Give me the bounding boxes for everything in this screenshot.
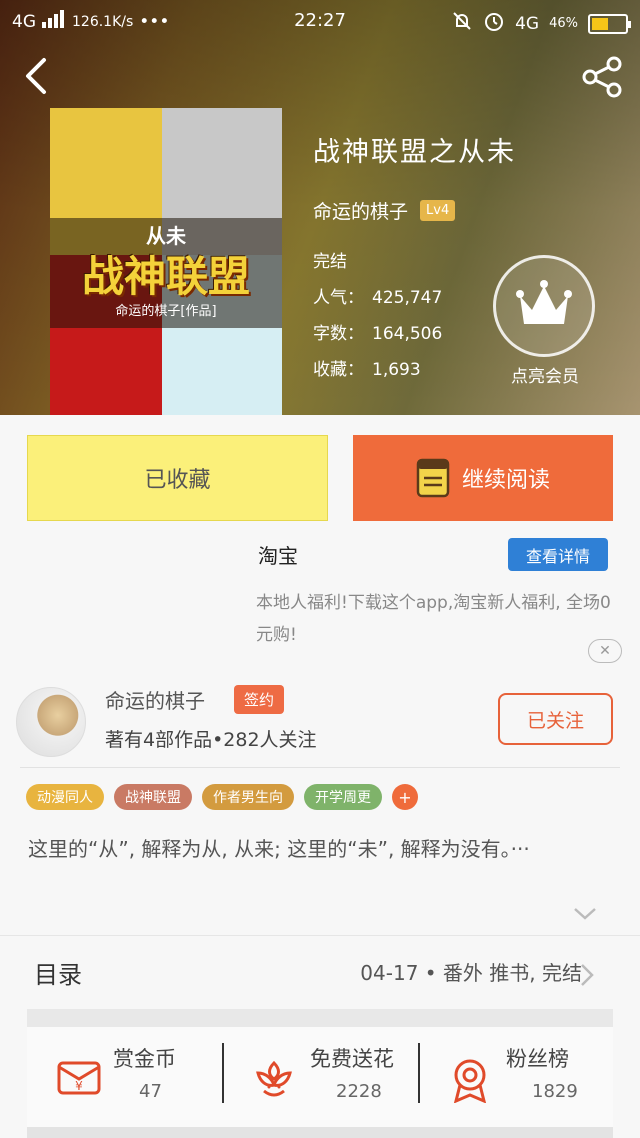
chevron-down-icon	[574, 908, 596, 920]
favorites-value: 1,693	[372, 360, 421, 380]
book-summary[interactable]: 这里的“从”, 解释为从, 从来; 这里的“未”, 解释为没有。···	[28, 833, 608, 866]
section-separator	[27, 1127, 613, 1138]
reward-coins-value: 47	[139, 1081, 162, 1102]
battery-percent: 46%	[549, 16, 578, 31]
chevron-right-icon	[580, 963, 594, 991]
share-icon	[582, 56, 622, 98]
book-info: 战神联盟之从未 命运的棋子 Lv4 完结 人气： 425,747 字数： 164,5…	[313, 130, 633, 388]
ad-detail-button[interactable]: 查看详情	[508, 538, 608, 571]
section-separator	[27, 1009, 613, 1027]
book-icon	[416, 458, 450, 498]
signed-badge: 签约	[234, 685, 285, 714]
tag-item[interactable]: 动漫同人	[26, 784, 104, 810]
book-title: 战神联盟之从未	[313, 137, 516, 168]
alarm-icon	[483, 10, 505, 37]
fan-ranking-label: 粉丝榜	[506, 1047, 569, 1071]
divider	[20, 767, 620, 768]
tag-item[interactable]: 作者男生向	[202, 784, 294, 810]
words-label: 字数：	[313, 324, 364, 344]
follow-button[interactable]: 已关注	[498, 693, 613, 745]
continue-read-label: 继续阅读	[461, 468, 550, 493]
battery-icon	[588, 13, 631, 34]
toc-latest-chapter: 04-17 • 番外 推书, 完结	[360, 961, 582, 985]
add-tag-button[interactable]: +	[392, 784, 418, 810]
words-value: 164,506	[372, 324, 443, 344]
crown-icon	[516, 280, 572, 324]
cover-title: 战神联盟	[81, 252, 250, 301]
book-author[interactable]: 命运的棋子	[313, 197, 408, 224]
favorites-label: 收藏：	[313, 360, 364, 380]
collected-button[interactable]: 已收藏	[27, 435, 328, 521]
send-flower-value: 2228	[336, 1081, 382, 1102]
svg-text:¥: ¥	[75, 1079, 83, 1093]
cover-author: 命运的棋子[作品]	[115, 304, 217, 319]
chevron-left-icon	[26, 58, 46, 94]
level-badge: Lv4	[420, 200, 456, 221]
vip-label: 点亮会员	[511, 367, 579, 387]
share-button[interactable]	[580, 54, 626, 100]
toc-label: 目录	[34, 961, 82, 989]
expand-summary-button[interactable]	[572, 906, 598, 926]
red-envelope-icon: ¥	[55, 1057, 103, 1101]
tag-item[interactable]: 战神联盟	[114, 784, 192, 810]
toc-row[interactable]: 目录 04-17 • 番外 推书, 完结	[0, 939, 640, 1009]
ad-description[interactable]: 本地人福利!下载这个app,淘宝新人福利, 全场0元购!	[256, 587, 616, 651]
book-status: 完结	[313, 252, 347, 272]
reward-coins-button[interactable]: ¥ 赏金币 47	[27, 1027, 222, 1127]
book-cover[interactable]: 从未 战神联盟 命运的棋子[作品]	[50, 108, 282, 415]
reward-bar: ¥ 赏金币 47 免费送花 2228 粉丝榜 1829	[27, 1027, 613, 1127]
tag-list: 动漫同人 战神联盟 作者男生向 开学周更 +	[26, 784, 418, 810]
fan-ranking-button[interactable]: 粉丝榜 1829	[420, 1027, 615, 1127]
continue-read-button[interactable]: 继续阅读	[353, 435, 613, 521]
author-card[interactable]: 命运的棋子 签约 著有4部作品•282人关注 已关注	[0, 677, 640, 767]
author-stats: 著有4部作品•282人关注	[105, 729, 317, 751]
vip-button[interactable]	[493, 255, 595, 357]
back-button[interactable]	[18, 56, 58, 96]
medal-icon	[448, 1057, 492, 1107]
fan-ranking-value: 1829	[532, 1081, 578, 1102]
send-flower-label: 免费送花	[310, 1047, 394, 1071]
popularity-label: 人气：	[313, 288, 364, 308]
avatar[interactable]	[16, 687, 86, 757]
mute-icon	[451, 10, 473, 37]
collected-label: 已收藏	[144, 468, 211, 493]
author-name[interactable]: 命运的棋子	[105, 685, 205, 714]
network-right-label: 4G	[515, 13, 540, 34]
send-flower-button[interactable]: 免费送花 2228	[224, 1027, 419, 1127]
reward-coins-label: 赏金币	[113, 1047, 176, 1071]
ad-close-button[interactable]: ✕	[588, 639, 622, 663]
ad-title[interactable]: 淘宝	[258, 540, 298, 569]
close-icon: ✕	[599, 643, 611, 659]
main-content: 已收藏 继续阅读 淘宝 查看详情 本地人福利!下载这个app,淘宝新人福利, 全…	[0, 415, 640, 1138]
flower-icon	[252, 1057, 296, 1105]
divider	[0, 935, 640, 936]
popularity-value: 425,747	[372, 288, 443, 308]
status-bar: 4G 126.1K/s ••• 22:27 4G 46%	[0, 0, 640, 42]
tag-item[interactable]: 开学周更	[304, 784, 382, 810]
